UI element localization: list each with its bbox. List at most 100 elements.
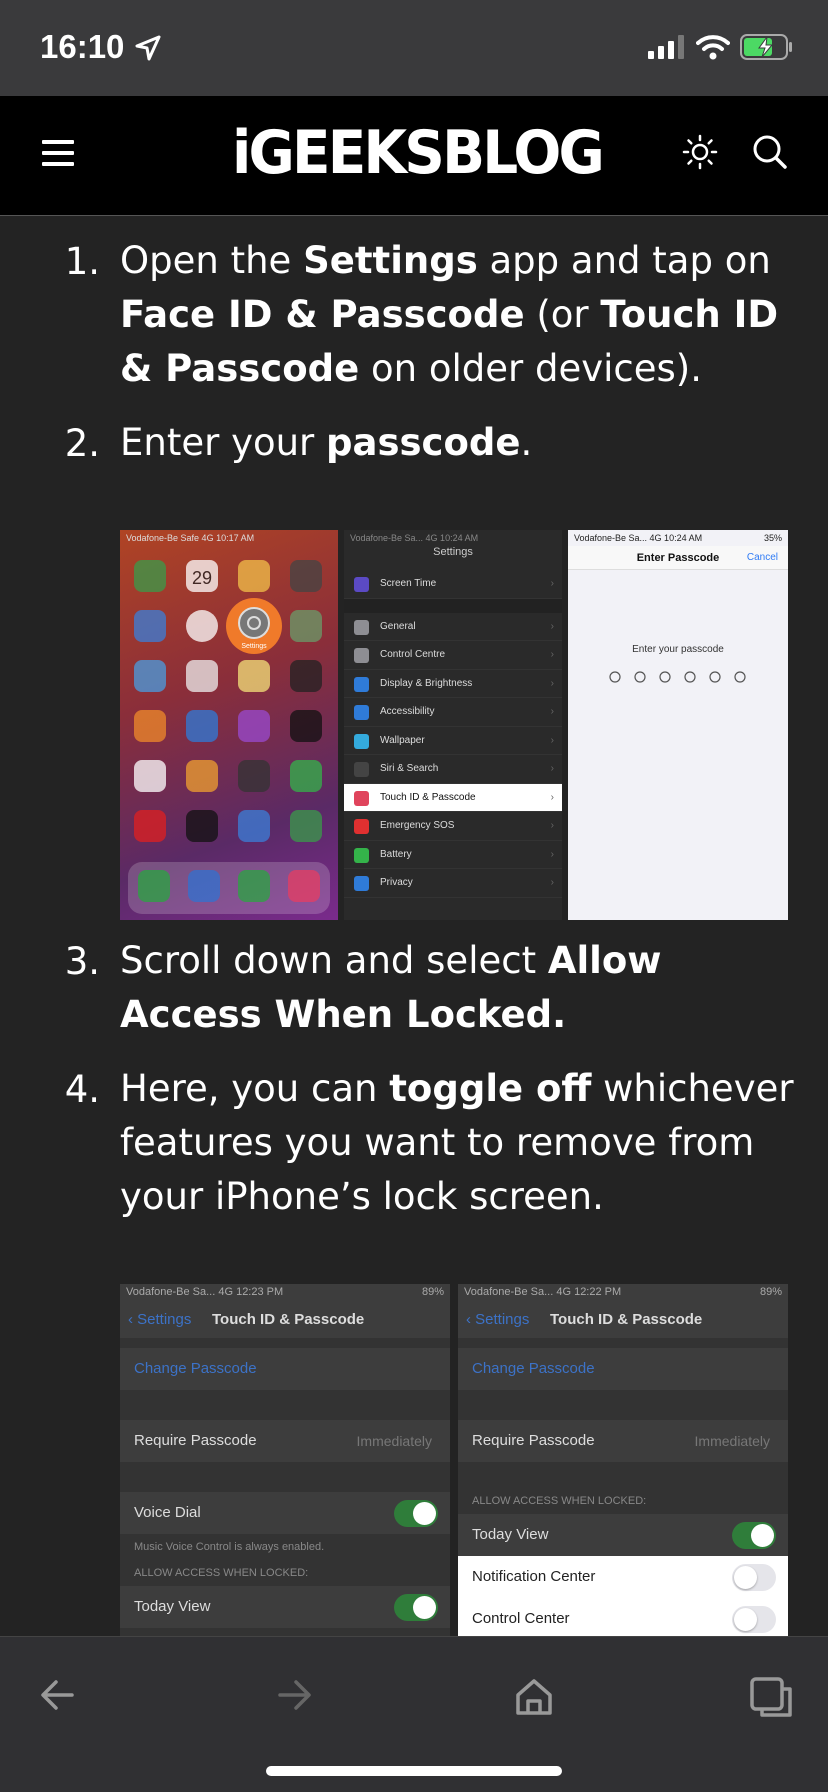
step-text: Open the Settings app and tap on Face ID… xyxy=(120,234,800,396)
change-passcode-row[interactable]: Change Passcode xyxy=(458,1348,788,1390)
voice-dial-toggle[interactable] xyxy=(394,1500,438,1527)
text-run: Open the xyxy=(120,239,304,282)
require-passcode-label: Require Passcode xyxy=(134,1432,257,1449)
control-center-toggle[interactable] xyxy=(732,1606,776,1633)
svg-text:29: 29 xyxy=(192,568,212,588)
chevron-right-icon: › xyxy=(550,877,554,888)
section-header: ALLOW ACCESS WHEN LOCKED: xyxy=(458,1488,788,1514)
today-view-row[interactable]: Today View xyxy=(120,1586,450,1628)
settings-row-label: Accessibility xyxy=(380,706,435,717)
today-view-label: Today View xyxy=(134,1598,211,1615)
back-button[interactable]: ‹ Settings xyxy=(128,1302,191,1338)
text-run: Here, you can xyxy=(120,1067,390,1110)
chevron-right-icon: › xyxy=(550,734,554,746)
nav-title: Touch ID & Passcode xyxy=(212,1311,365,1328)
home-indicator[interactable] xyxy=(266,1766,562,1776)
status-text: Vodafone-Be Sa... 4G 12:23 PM xyxy=(126,1286,284,1298)
status-time: 16:10 xyxy=(40,28,125,65)
step-number: 1. xyxy=(64,240,100,283)
settings-row[interactable]: General › xyxy=(344,613,562,641)
site-logo[interactable]: iGEEKSBLOG xyxy=(232,118,605,188)
settings-row[interactable]: Wallpaper › xyxy=(344,727,562,755)
passcode-panel: Vodafone-Be Sa... 4G 10:24 AM 35% Enter P… xyxy=(568,530,788,920)
cancel-button[interactable]: Cancel xyxy=(747,546,778,570)
back-label: Settings xyxy=(475,1311,530,1328)
text-bold: toggle off xyxy=(389,1067,592,1110)
notification-center-toggle[interactable] xyxy=(732,1564,776,1591)
settings-row[interactable]: Battery › xyxy=(344,841,562,869)
settings-row[interactable]: Accessibility › xyxy=(344,698,562,727)
screenshot-settings-passcode: Vodafone-Be Safe 4G 10:17 AM 29 Settings… xyxy=(120,530,788,920)
battery-charging-icon xyxy=(740,34,792,60)
settings-row[interactable]: Screen Time › xyxy=(344,570,562,599)
hamburger-menu-icon[interactable] xyxy=(42,140,74,166)
section-header: ALLOW ACCESS WHEN LOCKED: xyxy=(120,1560,450,1586)
settings-row-label: Battery xyxy=(380,848,412,860)
allow-access-right-panel: Vodafone-Be Sa... 4G 12:22 PM 89% ‹ Setti… xyxy=(458,1284,788,1636)
change-passcode-row[interactable]: Change Passcode xyxy=(120,1348,450,1390)
settings-row-label: Privacy xyxy=(380,877,413,888)
brightness-toggle-icon[interactable] xyxy=(682,134,718,170)
back-arrow-icon[interactable] xyxy=(38,1677,76,1713)
require-passcode-value: Immediately xyxy=(356,1433,432,1449)
settings-row-icon xyxy=(354,876,369,891)
settings-row-label: Control Centre xyxy=(380,649,446,660)
carrier-text: Vodafone-Be Safe 4G 10:17 AM xyxy=(126,533,255,543)
require-passcode-row[interactable]: Require Passcode Immediately xyxy=(458,1420,788,1462)
status-text: Vodafone-Be Sa... 4G 12:22 PM xyxy=(464,1286,622,1298)
chevron-right-icon: › xyxy=(550,706,554,717)
change-passcode-label: Change Passcode xyxy=(472,1360,595,1377)
search-icon[interactable] xyxy=(752,134,788,170)
chevron-right-icon: › xyxy=(550,820,554,831)
chevron-right-icon: › xyxy=(550,848,554,860)
text-run: (or xyxy=(524,293,601,336)
passcode-dots-icon xyxy=(609,671,746,683)
step-number: 2. xyxy=(64,422,100,465)
text-run: on older devices). xyxy=(359,347,702,390)
chevron-right-icon: › xyxy=(550,578,554,589)
voice-dial-row[interactable]: Voice Dial xyxy=(120,1492,450,1534)
chevron-right-icon: › xyxy=(550,620,554,632)
control-center-row[interactable]: Control Center xyxy=(458,1598,788,1636)
status-text: Vodafone-Be Sa... 4G 10:24 AM xyxy=(574,533,703,543)
settings-title: Settings xyxy=(433,546,473,558)
tabs-icon[interactable] xyxy=(750,1677,794,1719)
settings-row-label: Emergency SOS xyxy=(380,820,455,831)
text-bold: Face ID & Passcode xyxy=(120,293,525,336)
cellular-signal-icon xyxy=(648,35,684,59)
nav-title: Touch ID & Passcode xyxy=(550,1311,703,1328)
settings-row[interactable]: Display & Brightness › xyxy=(344,670,562,698)
step-text: Enter your passcode. xyxy=(120,416,800,470)
battery-text: 89% xyxy=(421,1286,444,1298)
settings-row[interactable]: Siri & Search › xyxy=(344,755,562,784)
today-view-toggle[interactable] xyxy=(732,1522,776,1549)
today-view-row[interactable]: Today View xyxy=(458,1514,788,1556)
settings-row-label: Wallpaper xyxy=(380,734,425,746)
step-text: Here, you can toggle off whichever featu… xyxy=(120,1062,800,1224)
require-passcode-row[interactable]: Require Passcode Immediately xyxy=(120,1420,450,1462)
require-passcode-value: Immediately xyxy=(694,1433,770,1449)
settings-row[interactable]: Touch ID & Passcode › xyxy=(344,783,562,812)
settings-group-gap xyxy=(344,598,562,613)
settings-row[interactable]: Control Centre › xyxy=(344,641,562,670)
back-button[interactable]: ‹ Settings xyxy=(466,1302,529,1338)
settings-row-label: Display & Brightness xyxy=(380,677,473,689)
notification-center-label: Notification Center xyxy=(472,1568,596,1585)
notification-center-row[interactable]: Notification Center xyxy=(458,1556,788,1598)
settings-row[interactable]: Privacy › xyxy=(344,869,562,898)
site-header: iGEEKSBLOG xyxy=(0,96,828,216)
today-view-toggle[interactable] xyxy=(394,1594,438,1621)
home-icon[interactable] xyxy=(514,1677,554,1715)
settings-row-icon xyxy=(354,648,369,663)
require-passcode-label: Require Passcode xyxy=(472,1432,595,1449)
forward-arrow-icon[interactable] xyxy=(276,1677,314,1713)
control-center-label: Control Center xyxy=(472,1610,570,1627)
status-text: Vodafone-Be Sa... 4G 10:24 AM xyxy=(350,533,479,543)
settings-row-icon xyxy=(354,819,369,834)
settings-row-icon xyxy=(354,847,369,863)
settings-rows: Screen Time › General › Control Centre › Displ… xyxy=(344,570,562,898)
battery-text: 89% xyxy=(759,1286,782,1298)
step-text: Scroll down and select Allow Access When… xyxy=(120,934,800,1042)
settings-row[interactable]: Emergency SOS › xyxy=(344,812,562,841)
step-number: 3. xyxy=(64,940,100,983)
